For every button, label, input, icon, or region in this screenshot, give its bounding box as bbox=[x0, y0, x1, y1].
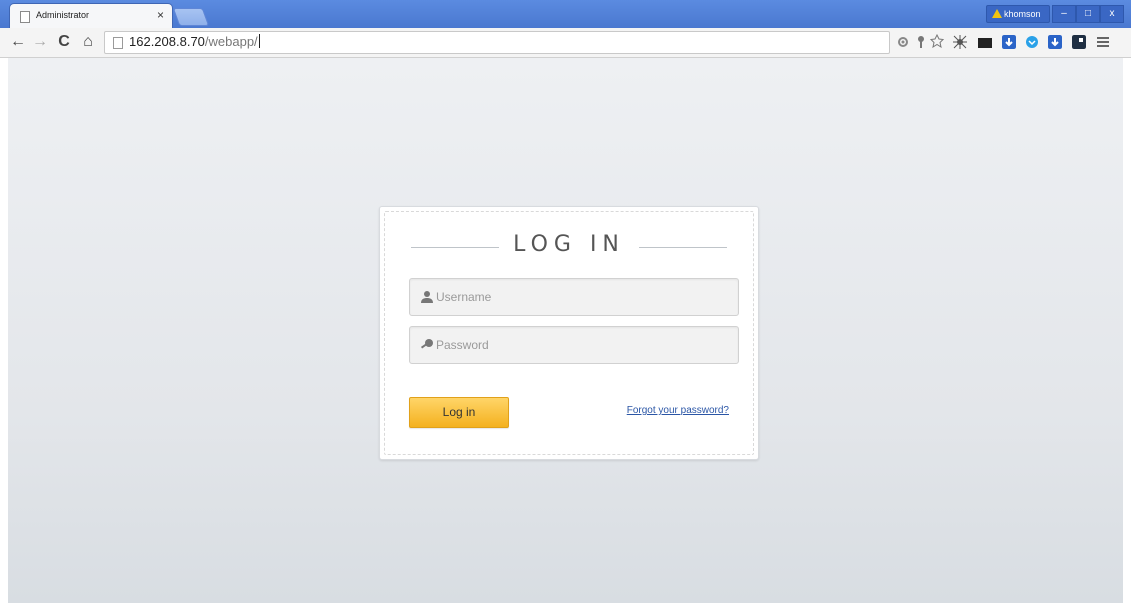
address-bar[interactable]: 162.208.8.70/webapp/ bbox=[104, 31, 890, 54]
new-tab-button[interactable] bbox=[172, 8, 210, 26]
browser-toolbar: ← → C ⌂ 162.208.8.70/webapp/ bbox=[0, 28, 1131, 58]
ext-settings-icon[interactable] bbox=[896, 35, 910, 49]
ext-blue-circle-icon[interactable] bbox=[1025, 35, 1039, 49]
login-card: LOG IN Username Password Log in Forgot y… bbox=[379, 206, 759, 460]
ext-screen-icon[interactable] bbox=[978, 36, 992, 50]
password-placeholder: Password bbox=[436, 338, 489, 352]
forgot-password-link[interactable]: Forgot your password? bbox=[627, 405, 729, 416]
user-icon bbox=[421, 291, 433, 303]
menu-icon[interactable] bbox=[1096, 35, 1110, 49]
ext-bug-icon[interactable] bbox=[953, 35, 967, 49]
tab-administrator[interactable]: Administrator × bbox=[10, 4, 172, 28]
close-tab-icon[interactable]: × bbox=[157, 8, 164, 22]
home-button[interactable]: ⌂ bbox=[78, 32, 98, 52]
page-icon bbox=[20, 11, 30, 23]
url-host: 162.208.8.70 bbox=[129, 34, 205, 49]
restore-button[interactable]: □ bbox=[1076, 5, 1100, 23]
username-placeholder: Username bbox=[436, 290, 492, 304]
bookmark-star-icon[interactable] bbox=[930, 34, 944, 48]
close-window-button[interactable]: x bbox=[1100, 5, 1124, 23]
tab-title: Administrator bbox=[36, 10, 90, 20]
reload-button[interactable]: C bbox=[54, 32, 74, 52]
back-button[interactable]: ← bbox=[8, 32, 28, 52]
minimize-button[interactable]: – bbox=[1052, 5, 1076, 23]
text-caret bbox=[258, 34, 260, 48]
username-field[interactable]: Username bbox=[409, 278, 739, 316]
title-rule-right bbox=[639, 247, 727, 248]
page-content: LOG IN Username Password Log in Forgot y… bbox=[8, 58, 1123, 603]
browser-titlebar: Administrator × khomson – □ x bbox=[0, 0, 1131, 28]
url-path: /webapp/ bbox=[204, 34, 258, 49]
forward-button[interactable]: → bbox=[30, 32, 50, 52]
login-title: LOG IN bbox=[513, 232, 625, 257]
url-text: 162.208.8.70/webapp/ bbox=[129, 34, 260, 49]
login-button[interactable]: Log in bbox=[409, 397, 509, 428]
login-card-inner: LOG IN Username Password Log in Forgot y… bbox=[384, 211, 754, 455]
key-icon bbox=[420, 339, 433, 349]
ext-download-icon[interactable] bbox=[1002, 35, 1016, 49]
profile-button[interactable]: khomson bbox=[986, 5, 1050, 23]
profile-name: khomson bbox=[1004, 9, 1041, 19]
ext-dark-icon[interactable] bbox=[1072, 35, 1086, 49]
password-field[interactable]: Password bbox=[409, 326, 739, 364]
ext-download2-icon[interactable] bbox=[1048, 35, 1062, 49]
ext-key-icon[interactable] bbox=[914, 35, 928, 49]
page-info-icon bbox=[113, 37, 123, 49]
warning-icon bbox=[992, 9, 1002, 18]
